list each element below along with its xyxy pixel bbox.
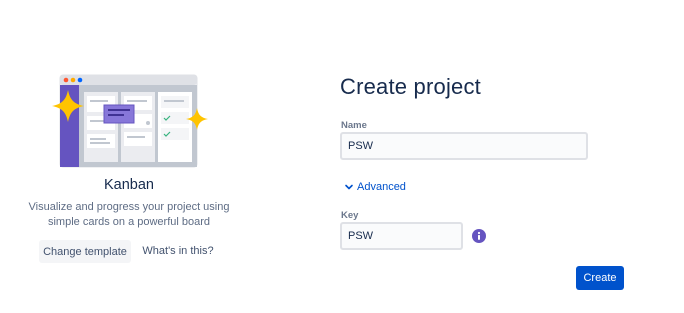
create-button[interactable]: Create <box>576 266 624 290</box>
create-project-page: Kanban Visualize and progress your proje… <box>0 0 684 313</box>
page-title: Create project <box>340 74 481 99</box>
advanced-toggle[interactable]: Advanced <box>344 180 406 194</box>
advanced-label: Advanced <box>357 181 406 193</box>
chevron-down-icon <box>345 184 353 190</box>
sparkle-icon <box>52 90 84 122</box>
name-input[interactable] <box>340 132 588 160</box>
whats-in-this-link[interactable]: What's in this? <box>140 240 216 263</box>
name-label: Name <box>341 120 367 131</box>
key-label: Key <box>341 210 359 221</box>
template-description: Visualize and progress your project usin… <box>28 201 230 228</box>
template-title: Kanban <box>104 177 154 193</box>
key-input[interactable] <box>340 222 463 250</box>
sparkle-icon <box>186 108 208 130</box>
change-template-button[interactable]: Change template <box>39 240 131 263</box>
info-icon[interactable] <box>472 229 486 243</box>
